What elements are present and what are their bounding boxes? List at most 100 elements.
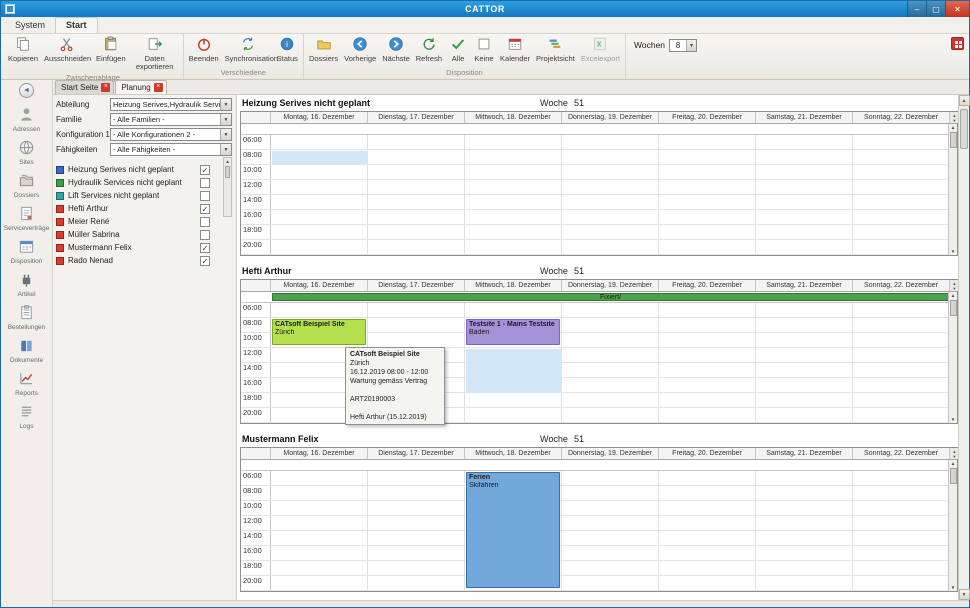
grid-cell[interactable] — [659, 240, 756, 254]
grid-cell[interactable] — [659, 150, 756, 164]
grid-cell[interactable] — [756, 318, 853, 332]
grid-cell[interactable] — [465, 408, 562, 422]
calendar-event[interactable]: CATsoft Beispiel Site Zürich — [272, 319, 366, 345]
grid-cell[interactable] — [853, 486, 950, 500]
chevron-down-icon[interactable]: ▼ — [220, 144, 231, 155]
grid-cell[interactable] — [368, 333, 465, 347]
grid-cell[interactable] — [853, 516, 950, 530]
grid-cell[interactable] — [659, 333, 756, 347]
keine-button[interactable]: Keine — [471, 35, 497, 64]
grid-cell[interactable] — [756, 531, 853, 545]
resource-row[interactable]: Meier René — [56, 215, 210, 228]
grid-cell[interactable] — [756, 195, 853, 209]
grid-cell[interactable] — [368, 150, 465, 164]
grid-cell[interactable] — [271, 576, 368, 590]
grid-cell[interactable] — [562, 225, 659, 239]
konfiguration-dropdown[interactable]: - Alle Konfigurationen 2 - ▼ — [110, 128, 232, 141]
grid-cell[interactable] — [562, 516, 659, 530]
grid-cell[interactable] — [659, 135, 756, 149]
grid-cell[interactable] — [659, 225, 756, 239]
grid-cell[interactable] — [756, 135, 853, 149]
grid-cell[interactable] — [368, 546, 465, 560]
grid-cell[interactable] — [562, 561, 659, 575]
grid-cell[interactable] — [562, 318, 659, 332]
sidebar-item-logs[interactable]: Logs — [1, 403, 52, 430]
grid-cell[interactable] — [465, 240, 562, 254]
scroll-thumb[interactable] — [225, 166, 230, 178]
grid-spinner[interactable]: ▲ ▼ — [950, 448, 958, 459]
projektsicht-button[interactable]: Projektsicht — [533, 35, 578, 64]
chevron-down-icon[interactable]: ▼ — [220, 99, 231, 110]
grid-cell[interactable] — [465, 195, 562, 209]
grid-cell[interactable] — [659, 195, 756, 209]
grid-cell[interactable] — [853, 210, 950, 224]
chevron-down-icon[interactable]: ▼ — [686, 40, 697, 51]
grid-cell[interactable] — [465, 210, 562, 224]
grid-cell[interactable] — [756, 150, 853, 164]
grid-cell[interactable] — [756, 546, 853, 560]
grid-cell[interactable] — [562, 165, 659, 179]
sidebar-item-disposition[interactable]: Disposition — [1, 238, 52, 265]
grid-cell[interactable] — [562, 471, 659, 485]
spinner-down-icon[interactable]: ▼ — [953, 454, 957, 459]
dossiers-button[interactable]: Dossiers — [306, 35, 341, 64]
grid-cell[interactable] — [756, 225, 853, 239]
grid-cell[interactable] — [562, 135, 659, 149]
grid-cell[interactable] — [853, 576, 950, 590]
grid-cell[interactable] — [853, 531, 950, 545]
tab-close-icon[interactable]: × — [153, 83, 163, 92]
grid-cell[interactable] — [659, 471, 756, 485]
kalender-button[interactable]: Kalender — [497, 35, 533, 64]
sidebar-item-sites[interactable]: Sites — [1, 139, 52, 166]
calendar-event[interactable]: Testsite 1 - Mains Testsite Baden — [466, 319, 560, 345]
grid-cell[interactable] — [368, 501, 465, 515]
scroll-up-button[interactable]: ▲ — [958, 95, 970, 106]
grid-cell[interactable] — [756, 240, 853, 254]
grid-cell[interactable] — [465, 393, 562, 407]
grid-cell[interactable] — [659, 180, 756, 194]
grid-cell[interactable] — [756, 516, 853, 530]
grid-cell[interactable] — [756, 471, 853, 485]
grid-cell[interactable] — [853, 363, 950, 377]
grid-cell[interactable] — [368, 135, 465, 149]
resource-checkbox[interactable] — [200, 177, 210, 188]
grid-cell[interactable] — [659, 165, 756, 179]
beenden-button[interactable]: Beenden — [186, 35, 222, 64]
alle-button[interactable]: Alle — [445, 35, 471, 64]
grid-cell[interactable] — [368, 165, 465, 179]
grid-cell[interactable] — [659, 561, 756, 575]
grid-cell[interactable] — [271, 501, 368, 515]
grid-cell[interactable] — [368, 225, 465, 239]
grid-cell[interactable] — [853, 333, 950, 347]
ausschneiden-button[interactable]: Ausschneiden — [41, 35, 93, 64]
grid-cell[interactable] — [368, 240, 465, 254]
grid-cell[interactable] — [853, 393, 950, 407]
grid-cell[interactable] — [465, 165, 562, 179]
grid-cell[interactable] — [562, 348, 659, 362]
grid-cell[interactable] — [853, 378, 950, 392]
resource-checkbox[interactable]: ✓ — [200, 242, 210, 253]
grid-cell[interactable] — [368, 303, 465, 317]
grid-cell[interactable] — [368, 210, 465, 224]
grid-cell[interactable] — [853, 225, 950, 239]
wochen-select[interactable]: 8 ▼ — [669, 39, 698, 52]
grid-cell[interactable] — [271, 531, 368, 545]
grid-cell[interactable] — [756, 210, 853, 224]
grid-cell[interactable] — [271, 165, 368, 179]
resource-checkbox[interactable]: ✓ — [200, 203, 210, 214]
grid-cell[interactable] — [271, 180, 368, 194]
grid-cell[interactable] — [271, 471, 368, 485]
grid-scroll-down[interactable]: ▼ — [951, 248, 955, 255]
grid-cell[interactable] — [853, 180, 950, 194]
grid-cell[interactable] — [465, 303, 562, 317]
grid-cell[interactable] — [368, 195, 465, 209]
grid-cell[interactable] — [659, 348, 756, 362]
grid-cell[interactable] — [659, 516, 756, 530]
grid-scroll-up[interactable]: ▲ — [951, 460, 955, 467]
grid-spinner[interactable]: ▲ ▼ — [950, 112, 958, 123]
grid-cell[interactable] — [756, 486, 853, 500]
grid-cell[interactable] — [659, 546, 756, 560]
grid-scroll-thumb[interactable] — [949, 300, 957, 316]
grid-cell[interactable] — [659, 303, 756, 317]
chevron-down-icon[interactable]: ▼ — [220, 129, 231, 140]
